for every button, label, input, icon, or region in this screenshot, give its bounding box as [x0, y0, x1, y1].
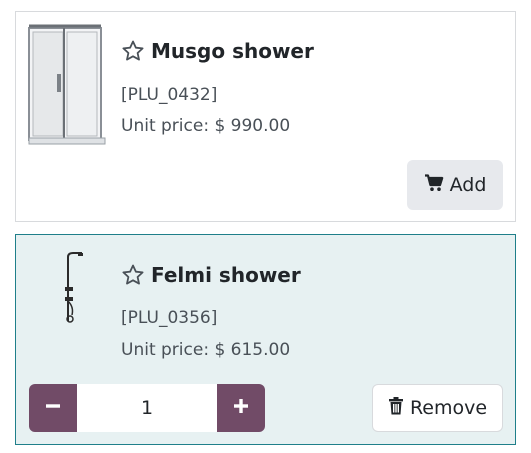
trash-icon [388, 396, 410, 420]
star-outline-icon[interactable] [121, 263, 145, 287]
add-button-label: Add [449, 174, 487, 196]
product-unit-price: Unit price: $ 615.00 [121, 340, 291, 360]
plus-icon [233, 398, 249, 418]
increase-quantity-button[interactable] [217, 384, 265, 432]
product-card-musgo-shower: Musgo shower [PLU_0432] Unit price: $ 99… [15, 11, 516, 222]
product-reference: [PLU_0432] [121, 85, 218, 105]
shopping-cart-icon [424, 173, 450, 197]
decrease-quantity-button[interactable] [29, 384, 77, 432]
product-reference: [PLU_0356] [121, 308, 218, 328]
product-image-shower-column [60, 251, 84, 325]
product-title-row: Felmi shower [121, 263, 301, 287]
quantity-stepper: 1 [29, 384, 265, 432]
product-image-shower-enclosure [27, 24, 107, 146]
quantity-input[interactable]: 1 [77, 384, 217, 432]
product-name: Felmi shower [151, 263, 301, 287]
star-outline-icon[interactable] [121, 39, 145, 63]
minus-icon [45, 398, 61, 418]
product-title-row: Musgo shower [121, 39, 314, 63]
remove-button[interactable]: Remove [372, 384, 503, 432]
remove-button-label: Remove [409, 397, 488, 419]
product-unit-price: Unit price: $ 990.00 [121, 116, 291, 136]
product-name: Musgo shower [151, 39, 314, 63]
add-to-cart-button[interactable]: Add [407, 160, 503, 210]
product-card-felmi-shower: Felmi shower [PLU_0356] Unit price: $ 61… [15, 234, 516, 445]
